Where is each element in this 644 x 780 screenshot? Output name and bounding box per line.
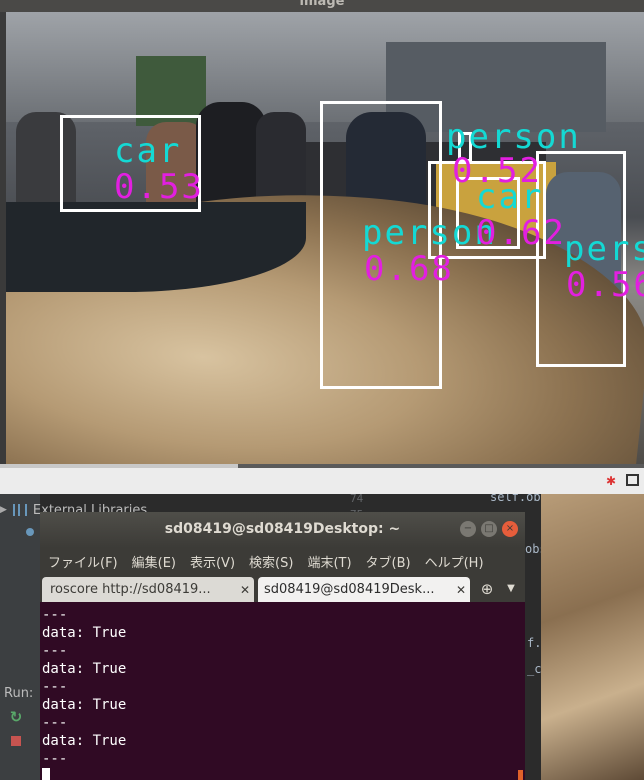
tab-shell[interactable]: sd08419@sd08419Desk... ✕ [258,577,470,602]
terminal-output[interactable]: --- data: True --- data: True --- data: True -… [40,602,525,780]
maximize-icon: □ [484,523,494,534]
menu-help[interactable]: ヘルプ(H) [417,552,490,571]
tab-menu-chevron-down-icon[interactable]: ▼ [504,582,518,596]
terminal-line: --- [42,715,68,731]
secondary-video-view [541,494,644,780]
tab-close-icon[interactable]: ✕ [452,583,470,597]
terminal-title: sd08419@sd08419Desktop: ~ [164,521,401,537]
terminal-line: --- [42,751,68,767]
terminal-window: sd08419@sd08419Desktop: ~ − □ × ファイル(F) … [40,512,525,780]
run-label: Run: [4,686,34,701]
terminal-cursor [42,768,50,780]
detection-score-label: 0.68 [364,249,454,289]
scratches-node[interactable] [0,528,34,536]
detection-class-label: person [564,229,644,269]
menu-view[interactable]: 表示(V) [182,552,241,571]
terminal-line: data: True [42,733,127,749]
terminal-line: --- [42,679,68,695]
terminal-line: data: True [42,661,127,677]
image-window-titlebar[interactable]: image [0,0,644,12]
terminal-tabbar: roscore http://sd08419... ✕ sd08419@sd08… [40,574,525,602]
menu-file[interactable]: ファイル(F) [40,552,124,571]
detection-score-label: 0.53 [114,167,204,207]
expand-triangle-icon[interactable]: ▶ [0,505,7,515]
close-icon: × [505,523,515,534]
detection-score-label: 0.62 [476,213,566,253]
fit-window-icon[interactable] [626,474,639,486]
terminal-lines: --- data: True --- data: True --- data: True -… [42,606,126,768]
rerun-icon: ↻ [9,708,23,726]
tab-label: sd08419@sd08419Desk... [264,582,435,597]
terminal-line: data: True [42,697,127,713]
rerun-button[interactable]: ↻ [8,708,24,726]
tab-label: roscore http://sd08419... [50,582,211,597]
scratches-icon [26,528,34,536]
menu-terminal[interactable]: 端末(T) [299,552,357,571]
detection-class-label: person [446,117,581,157]
video-frame: car 0.53 person 0.68 car 0.62 person 0.5… [6,12,644,468]
ros-logo-icon[interactable]: ✱ [604,474,618,488]
image-window: image car 0.53 person 0.68 car 0.62 pers… [0,0,644,494]
tab-close-icon[interactable]: ✕ [236,583,254,597]
tab-roscore[interactable]: roscore http://sd08419... ✕ [42,577,254,602]
detection-score-label: 0.52 [452,151,542,191]
minimize-icon: − [463,523,473,534]
detection-class-label: car [114,131,182,171]
terminal-scrollbar[interactable] [518,770,523,780]
new-tab-icon[interactable]: ⊕ [476,580,498,598]
close-button[interactable]: × [502,521,518,537]
stop-button[interactable] [8,733,24,749]
code-fragment: _c [527,662,542,676]
menu-tabs[interactable]: タブ(B) [358,552,417,571]
library-icon [12,504,27,516]
terminal-titlebar[interactable]: sd08419@sd08419Desktop: ~ − □ × [40,512,525,548]
image-window-title: image [299,0,345,9]
stop-icon [11,736,21,746]
terminal-line: --- [42,607,68,623]
detection-score-label: 0.56 [566,265,644,305]
maximize-button[interactable]: □ [481,521,497,537]
menu-search[interactable]: 検索(S) [241,552,299,571]
terminal-line: --- [42,643,68,659]
terminal-menubar: ファイル(F) 編集(E) 表示(V) 検索(S) 端末(T) タブ(B) ヘル… [40,548,525,574]
run-tool-window: Run: ↻ [0,686,40,749]
code-fragment: f. [527,636,542,650]
minimize-button[interactable]: − [460,521,476,537]
image-window-statusbar [0,468,644,494]
menu-edit[interactable]: 編集(E) [124,552,182,571]
terminal-line: data: True [42,625,127,641]
